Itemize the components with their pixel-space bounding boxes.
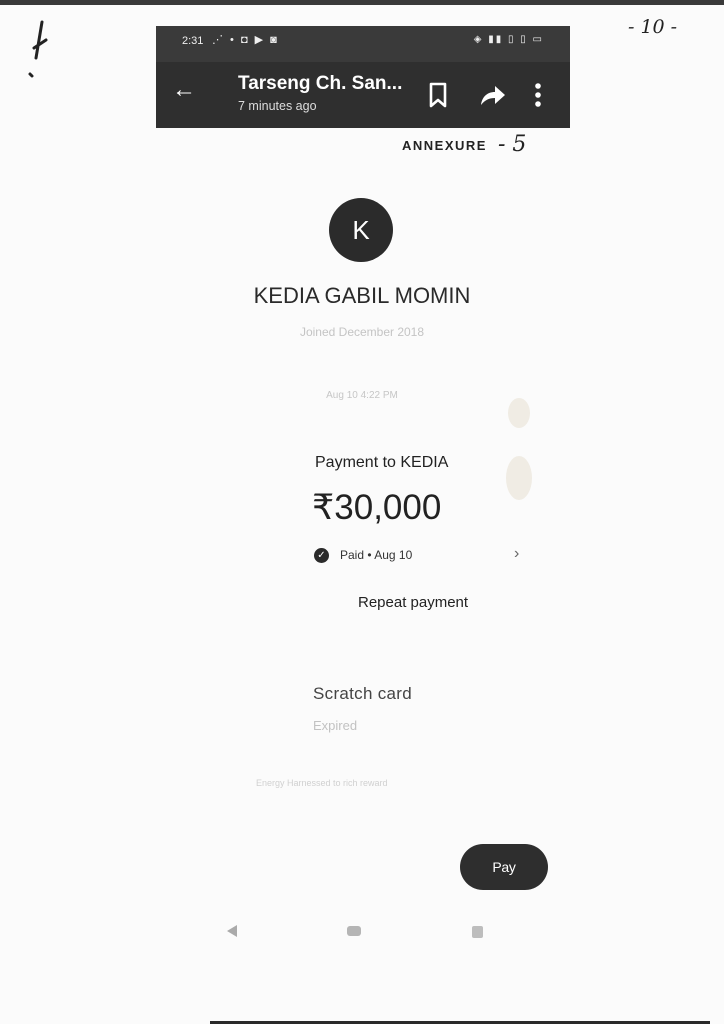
repeat-payment-button[interactable]: Repeat payment <box>358 594 468 611</box>
handwritten-stroke-mark <box>28 20 48 78</box>
share-icon[interactable] <box>480 84 506 106</box>
payment-status: Paid • Aug 10 <box>340 548 413 562</box>
chat-title[interactable]: Tarseng Ch. San... <box>238 73 402 95</box>
scratch-card-status: Expired <box>313 718 358 733</box>
annexure-label: ANNEXURE <box>402 138 487 153</box>
paper-smudge <box>508 398 530 428</box>
paper-smudge <box>506 456 532 500</box>
system-icons: ◈ ▮▮ ▯ ▯ ▭ <box>473 34 544 45</box>
pay-button[interactable]: Pay <box>460 844 548 890</box>
chat-app-bar: ← Tarseng Ch. San... 7 minutes ago <box>156 62 570 128</box>
back-arrow-icon[interactable]: ← <box>172 76 196 104</box>
nav-recent-apps-icon[interactable] <box>472 926 483 938</box>
energy-reward-text: Energy Harnessed to rich reward <box>256 778 388 788</box>
handwritten-page-number: - 10 - <box>628 16 678 38</box>
more-options-icon[interactable] <box>534 82 542 108</box>
page-top-edge <box>0 0 724 5</box>
status-time: 2:31 <box>182 35 204 47</box>
nav-back-icon[interactable] <box>226 924 238 938</box>
chat-subtitle: 7 minutes ago <box>238 99 317 113</box>
nav-home-icon[interactable] <box>347 926 361 936</box>
contact-name: KEDIA GABIL MOMIN <box>253 283 471 308</box>
payment-amount: ₹30,000 <box>312 488 442 527</box>
paid-check-icon: ✓ <box>314 548 329 563</box>
contact-avatar: K <box>329 198 393 262</box>
chevron-right-icon[interactable]: › <box>514 545 519 563</box>
bookmark-icon[interactable] <box>428 82 448 108</box>
scratch-card-title[interactable]: Scratch card <box>313 684 412 704</box>
payment-title: Payment to KEDIA <box>315 454 449 471</box>
transaction-timestamp: Aug 10 4:22 PM <box>326 390 398 401</box>
handwritten-annexure-number: - 5 <box>498 132 527 157</box>
notification-icons: ⋰ • ◘ ▶ ◙ <box>212 34 279 46</box>
joined-date: Joined December 2018 <box>299 325 425 339</box>
phone-status-bar: 2:31 ⋰ • ◘ ▶ ◙ ◈ ▮▮ ▯ ▯ ▭ <box>156 26 570 62</box>
